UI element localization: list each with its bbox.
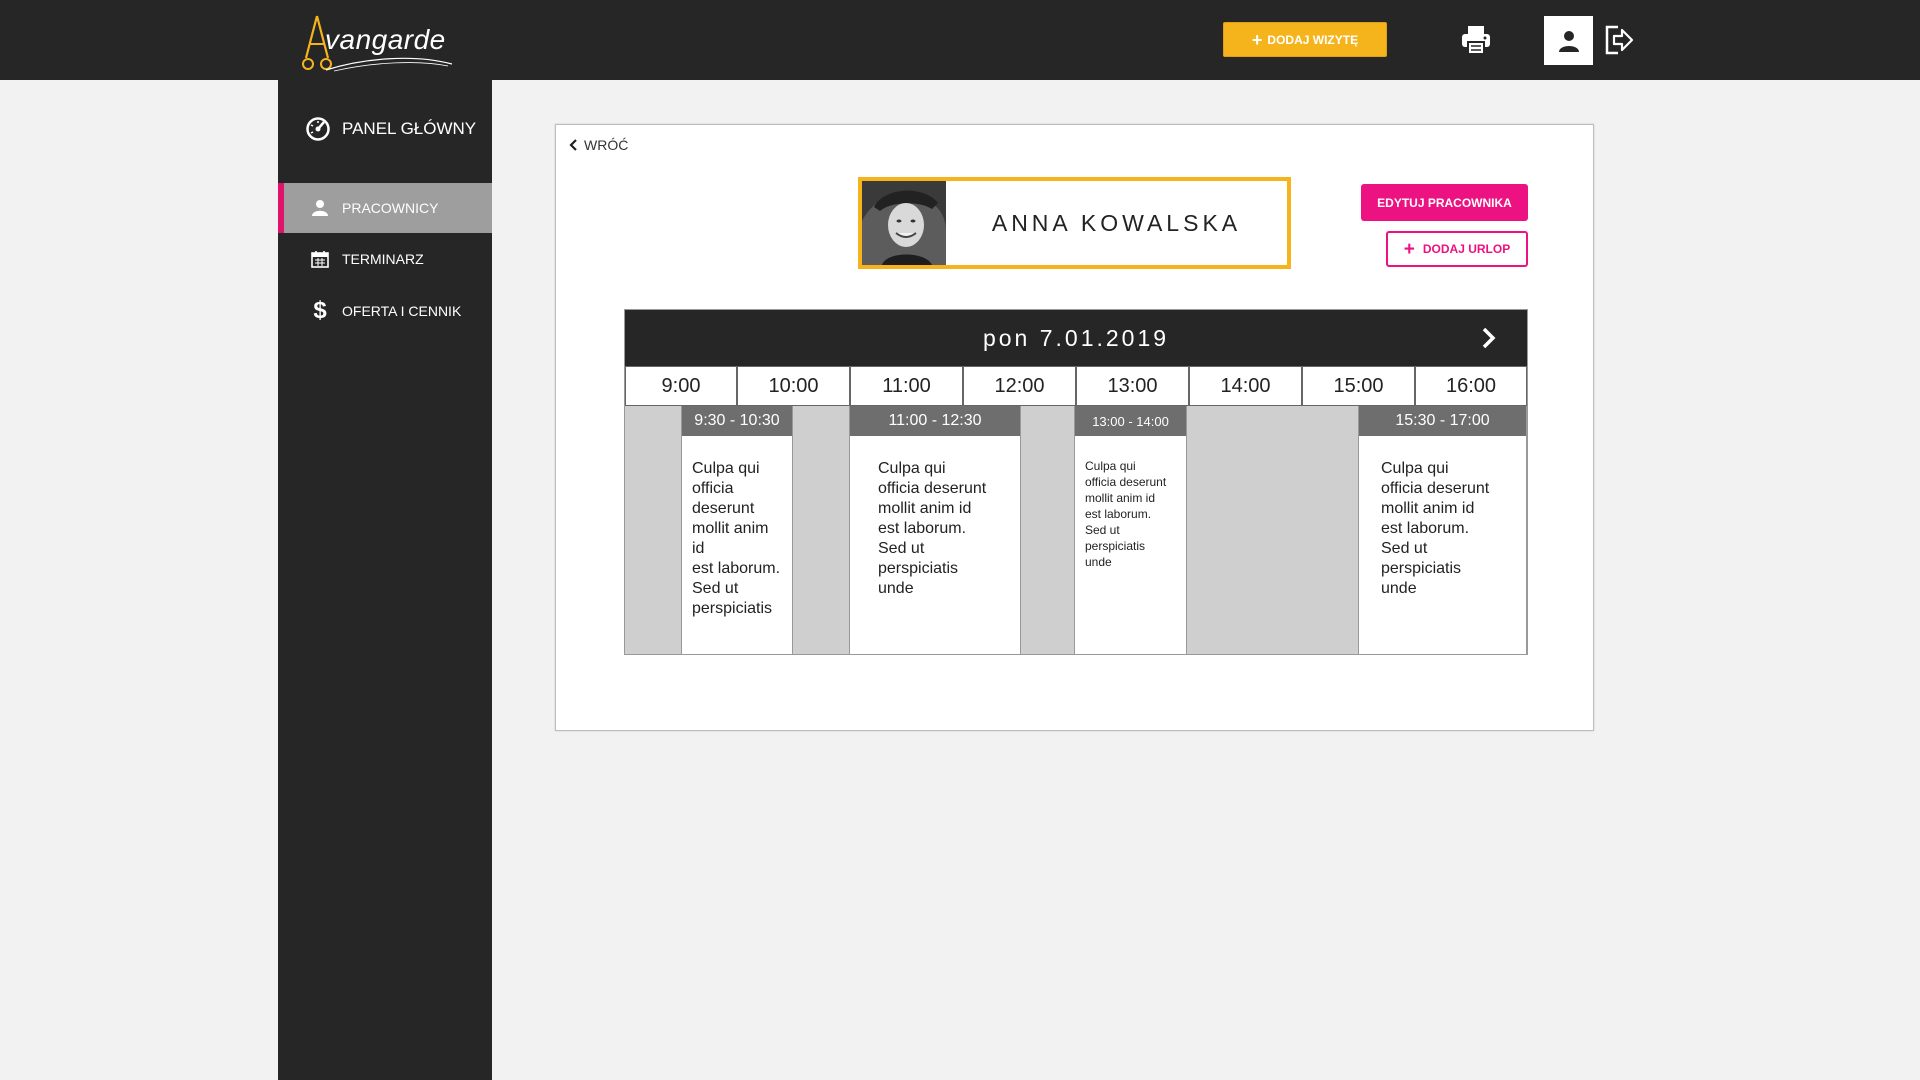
sidebar-item-schedule[interactable]: TERMINARZ [278,234,492,284]
print-icon[interactable] [1460,24,1492,56]
hour-cell: 13:00 [1076,366,1189,406]
hour-cell: 9:00 [625,366,737,406]
appointment-time: 11:00 - 12:30 [850,406,1020,436]
back-label: WRÓĆ [584,137,629,153]
logo-swoosh [325,57,453,72]
sidebar-item-label: TERMINARZ [342,251,424,267]
add-leave-label: DODAJ URLOP [1422,242,1511,256]
add-leave-button[interactable]: + DODAJ URLOP [1386,231,1528,267]
schedule-slots: 9:30 - 10:30 Culpa qui officia deserunt … [625,406,1527,654]
sidebar-item-offer-prices[interactable]: $ OFERTA I CENNIK [278,286,492,336]
sidebar-item-label: PRACOWNICY [342,200,439,216]
brand-logo[interactable]: vangarde [302,12,462,74]
dashboard-gauge-icon [306,117,330,141]
appointment-block[interactable]: 13:00 - 14:00 Culpa qui officia deserunt… [1074,406,1187,654]
employee-header: ANNA KOWALSKA [858,177,1291,269]
chevron-left-icon [569,139,577,151]
panel-main-label: PANEL GŁÓWNY [342,119,477,138]
employee-photo [862,181,946,265]
employee-card: WRÓĆ ANNA KOWALSKA EDYTUJ PRACOWNIKA + D… [555,124,1594,731]
brand-name: vangarde [325,24,446,55]
schedule-date: pon 7.01.2019 [982,324,1170,351]
appointment-block[interactable]: 15:30 - 17:00 Culpa qui officia deserunt… [1358,406,1527,654]
edit-employee-button[interactable]: EDYTUJ PRACOWNIKA [1361,184,1528,221]
appointment-block[interactable]: 9:30 - 10:30 Culpa qui officia deserunt … [681,406,793,654]
hour-row: 9:00 10:00 11:00 12:00 13:00 14:00 15:00… [625,366,1527,406]
hour-cell: 12:00 [963,366,1076,406]
plus-icon: + [1251,29,1263,50]
add-visit-label: DODAJ WIZYTĘ [1267,32,1359,47]
appointment-time: 9:30 - 10:30 [682,406,792,436]
user-account-button[interactable] [1544,16,1593,65]
panel-main-link[interactable]: PANEL GŁÓWNY [305,116,476,142]
hour-cell: 16:00 [1415,366,1527,406]
day-schedule: pon 7.01.2019 9:00 10:00 11:00 12:00 13:… [624,309,1528,655]
sidebar-item-label: OFERTA I CENNIK [342,303,462,319]
employee-name: ANNA KOWALSKA [991,209,1242,236]
back-link[interactable]: WRÓĆ [568,137,628,153]
hour-cell: 11:00 [850,366,963,406]
user-icon [1558,30,1579,52]
hour-cell: 14:00 [1189,366,1302,406]
hour-cell: 10:00 [737,366,850,406]
appointment-description: Culpa qui officia deserunt mollit anim i… [1085,459,1167,569]
sidebar-item-employees[interactable]: PRACOWNICY [278,183,492,233]
sidebar: PANEL GŁÓWNY PRACOWNICY TERMINARZ $ OFER… [278,80,492,1080]
top-bar: vangarde + DODAJ WIZYTĘ [0,0,1920,80]
dollar-icon: $ [313,297,327,324]
appointment-description: Culpa qui officia deserunt mollit anim i… [692,460,781,617]
calendar-icon [308,247,332,271]
plus-icon: + [1403,238,1415,260]
appointment-block[interactable]: 11:00 - 12:30 Culpa qui officia deserunt… [849,406,1021,654]
appointment-time: 15:30 - 17:00 [1359,406,1526,436]
person-icon [308,196,332,220]
appointment-time: 13:00 - 14:00 [1075,406,1186,436]
logout-icon[interactable] [1604,24,1634,56]
appointment-description: Culpa qui officia deserunt mollit anim i… [878,460,987,597]
appointment-description: Culpa qui officia deserunt mollit anim i… [1381,460,1490,597]
chevron-right-icon[interactable] [1477,326,1501,350]
hour-cell: 15:00 [1302,366,1415,406]
schedule-header: pon 7.01.2019 [625,310,1527,366]
add-visit-button[interactable]: + DODAJ WIZYTĘ [1223,22,1387,57]
